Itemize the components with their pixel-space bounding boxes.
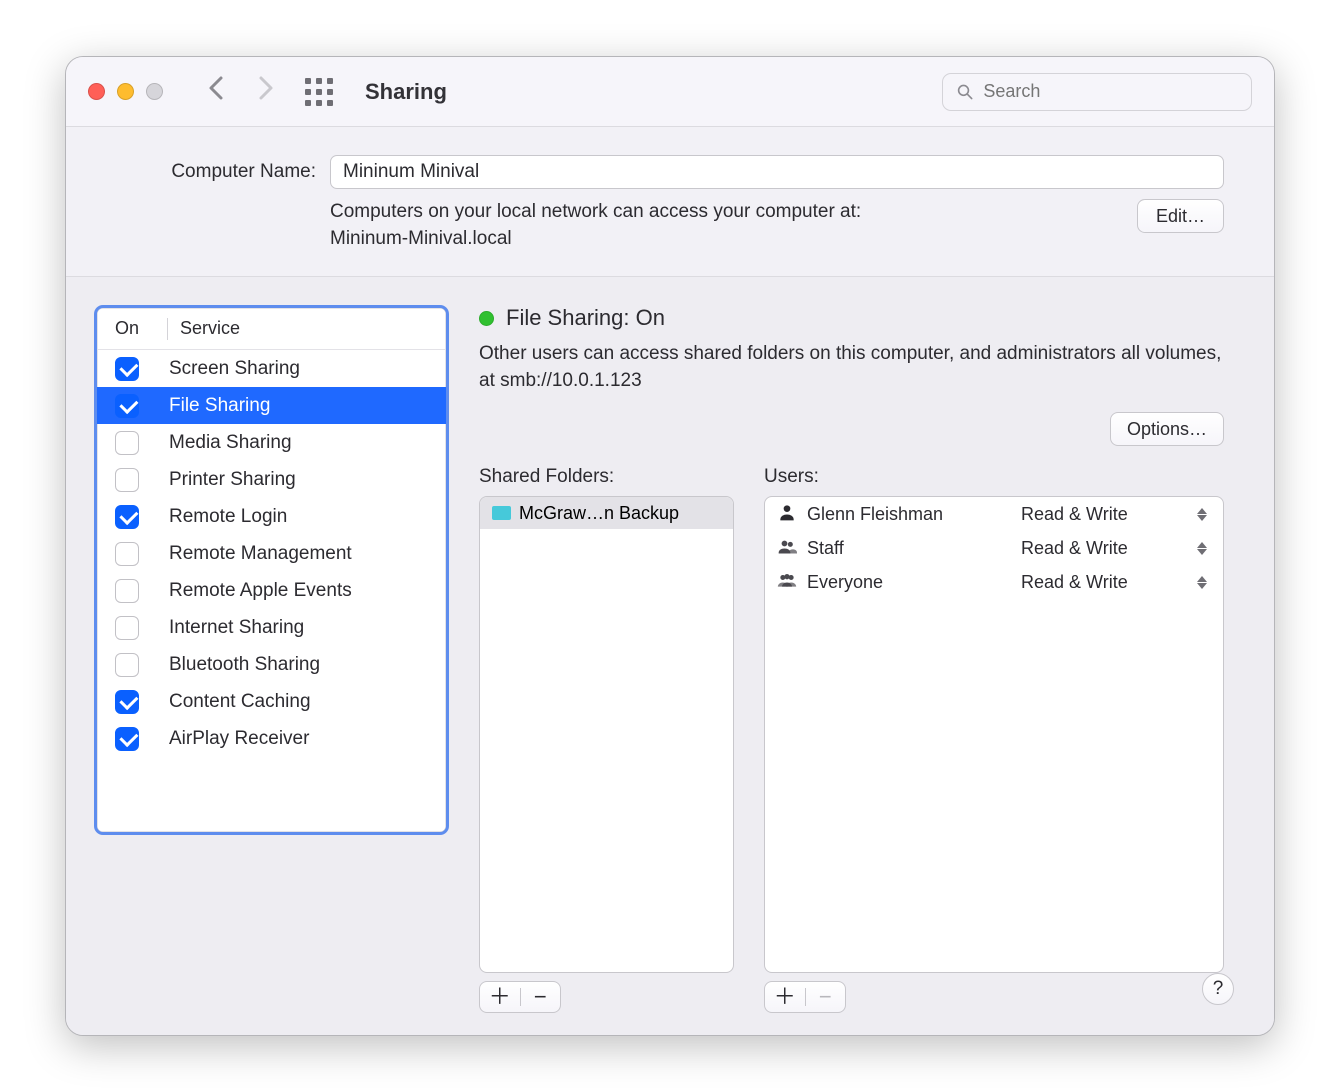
- status-row: File Sharing: On: [479, 305, 1224, 331]
- service-row[interactable]: AirPlay Receiver: [97, 720, 446, 757]
- service-label: Remote Management: [169, 543, 352, 565]
- computer-name-region: Computer Name: Computers on your local n…: [66, 127, 1274, 277]
- service-label: Printer Sharing: [169, 469, 296, 491]
- add-folder-button[interactable]: ＋: [480, 986, 520, 1008]
- service-row[interactable]: Bluetooth Sharing: [97, 646, 446, 683]
- titlebar: Sharing: [66, 57, 1274, 127]
- service-label: Remote Apple Events: [169, 580, 352, 602]
- permission-value: Read & Write: [1021, 538, 1128, 559]
- service-label: Screen Sharing: [169, 358, 300, 380]
- status-indicator-icon: [479, 311, 494, 326]
- page-title: Sharing: [365, 79, 447, 105]
- user-icon: [777, 502, 797, 527]
- service-checkbox[interactable]: [115, 690, 139, 714]
- shared-folders-add-remove: ＋ −: [479, 981, 561, 1013]
- service-label: Internet Sharing: [169, 617, 304, 639]
- services-header: On Service: [97, 308, 446, 350]
- forward-button[interactable]: [248, 75, 285, 109]
- services-header-service: Service: [180, 318, 240, 339]
- service-label: Remote Login: [169, 506, 287, 528]
- user-name: Staff: [807, 538, 844, 559]
- service-checkbox[interactable]: [115, 468, 139, 492]
- service-row[interactable]: Content Caching: [97, 683, 446, 720]
- service-label: Media Sharing: [169, 432, 292, 454]
- user-name: Everyone: [807, 572, 883, 593]
- permission-selector[interactable]: Read & Write: [1021, 572, 1211, 593]
- services-header-on: On: [105, 318, 167, 339]
- remove-user-button[interactable]: −: [806, 986, 846, 1008]
- service-row[interactable]: File Sharing: [97, 387, 446, 424]
- help-button[interactable]: ?: [1202, 973, 1234, 1005]
- users-list[interactable]: Glenn Fleishman Read & Write Staff Read & W…: [764, 496, 1224, 973]
- service-label: Content Caching: [169, 691, 311, 713]
- service-checkbox[interactable]: [115, 616, 139, 640]
- close-window-button[interactable]: [88, 83, 105, 100]
- status-title: File Sharing: On: [506, 305, 665, 331]
- service-checkbox[interactable]: [115, 727, 139, 751]
- service-label: AirPlay Receiver: [169, 728, 309, 750]
- stepper-icon: [1197, 576, 1207, 589]
- service-checkbox[interactable]: [115, 394, 139, 418]
- users-add-remove: ＋ −: [764, 981, 846, 1013]
- traffic-lights: [88, 83, 163, 100]
- search-field[interactable]: [942, 73, 1252, 111]
- folder-name: McGraw…n Backup: [519, 503, 679, 524]
- computer-name-description: Computers on your local network can acce…: [330, 199, 1123, 252]
- service-checkbox[interactable]: [115, 653, 139, 677]
- options-button[interactable]: Options…: [1110, 412, 1224, 446]
- shared-folders-list[interactable]: McGraw…n Backup: [479, 496, 734, 973]
- search-input[interactable]: [983, 81, 1237, 102]
- search-icon: [957, 83, 973, 101]
- maximize-window-button[interactable]: [146, 83, 163, 100]
- user-icon: [777, 536, 797, 561]
- main-area: On Service Screen Sharing File Sharing Med…: [66, 277, 1274, 1035]
- users-label: Users:: [764, 466, 1224, 488]
- show-all-prefs-icon[interactable]: [305, 78, 333, 106]
- service-row[interactable]: Remote Apple Events: [97, 572, 446, 609]
- user-row[interactable]: Everyone Read & Write: [765, 565, 1223, 599]
- minimize-window-button[interactable]: [117, 83, 134, 100]
- user-row[interactable]: Glenn Fleishman Read & Write: [765, 497, 1223, 531]
- service-row[interactable]: Remote Login: [97, 498, 446, 535]
- edit-button[interactable]: Edit…: [1137, 199, 1224, 233]
- shared-folders-label: Shared Folders:: [479, 466, 734, 488]
- stepper-icon: [1197, 508, 1207, 521]
- shared-folders-column: Shared Folders: McGraw…n Backup ＋ −: [479, 466, 734, 1013]
- service-checkbox[interactable]: [115, 357, 139, 381]
- permission-selector[interactable]: Read & Write: [1021, 538, 1211, 559]
- service-checkbox[interactable]: [115, 542, 139, 566]
- add-user-button[interactable]: ＋: [765, 986, 805, 1008]
- user-name: Glenn Fleishman: [807, 504, 943, 525]
- service-row[interactable]: Internet Sharing: [97, 609, 446, 646]
- folder-icon: [492, 506, 511, 520]
- services-list: On Service Screen Sharing File Sharing Med…: [94, 305, 449, 835]
- status-description: Other users can access shared folders on…: [479, 341, 1224, 394]
- user-icon: [777, 570, 797, 595]
- sharing-window: Sharing Computer Name: Computers on your…: [65, 56, 1275, 1036]
- service-label: Bluetooth Sharing: [169, 654, 320, 676]
- back-button[interactable]: [197, 75, 234, 109]
- stepper-icon: [1197, 542, 1207, 555]
- service-checkbox[interactable]: [115, 579, 139, 603]
- user-row[interactable]: Staff Read & Write: [765, 531, 1223, 565]
- service-row[interactable]: Remote Management: [97, 535, 446, 572]
- remove-folder-button[interactable]: −: [521, 986, 561, 1008]
- permission-value: Read & Write: [1021, 572, 1128, 593]
- users-column: Users: Glenn Fleishman Read & Write Staff R…: [764, 466, 1224, 1013]
- permission-value: Read & Write: [1021, 504, 1128, 525]
- service-row[interactable]: Media Sharing: [97, 424, 446, 461]
- detail-panel: File Sharing: On Other users can access …: [479, 305, 1224, 1013]
- service-checkbox[interactable]: [115, 505, 139, 529]
- computer-name-input[interactable]: [330, 155, 1224, 189]
- permission-selector[interactable]: Read & Write: [1021, 504, 1211, 525]
- service-label: File Sharing: [169, 395, 270, 417]
- folder-row[interactable]: McGraw…n Backup: [480, 497, 733, 529]
- service-checkbox[interactable]: [115, 431, 139, 455]
- service-row[interactable]: Screen Sharing: [97, 350, 446, 387]
- service-row[interactable]: Printer Sharing: [97, 461, 446, 498]
- computer-name-label: Computer Name:: [116, 161, 316, 183]
